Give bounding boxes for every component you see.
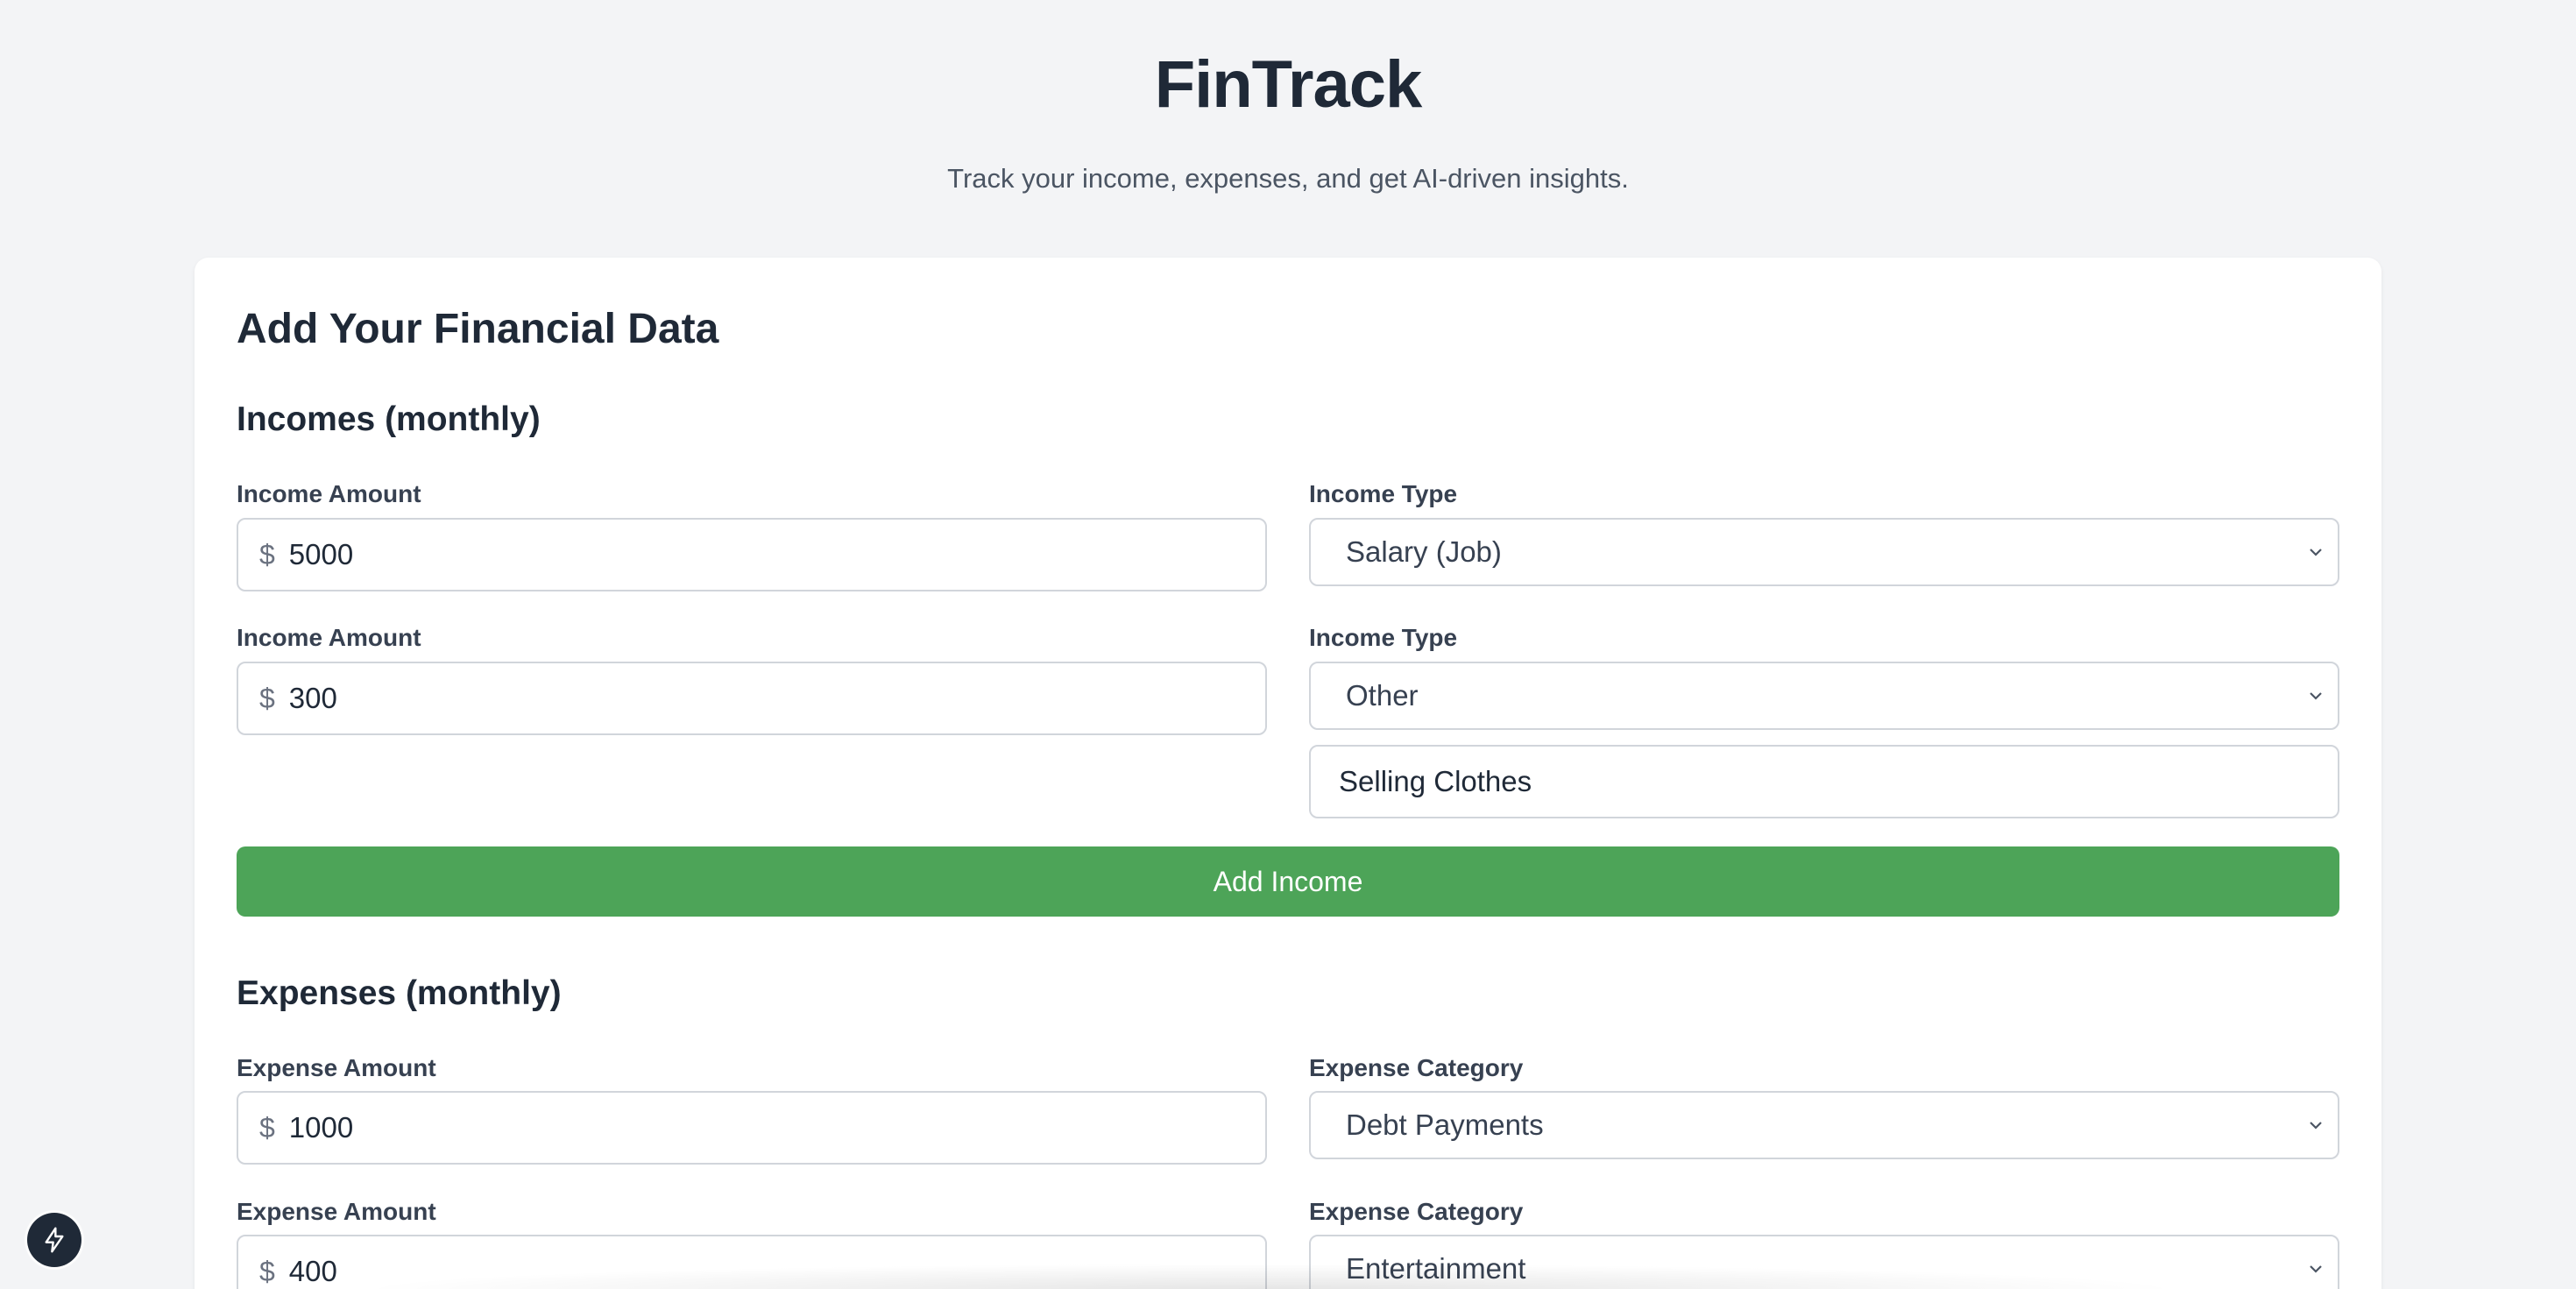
expense-amount-input[interactable]: $ 400 xyxy=(237,1235,1267,1289)
card-title: Add Your Financial Data xyxy=(237,306,719,352)
expense-category-label: Expense Category xyxy=(1309,1054,1524,1081)
income-type-label: Income Type xyxy=(1309,480,1458,507)
quick-action-button[interactable] xyxy=(27,1213,81,1267)
expense-category-label: Expense Category xyxy=(1309,1198,1524,1225)
incomes-section-title: Incomes (monthly) xyxy=(237,400,541,438)
other-income-description-input[interactable]: Selling Clothes xyxy=(1309,745,2339,818)
income-amount-value: 300 xyxy=(288,682,337,714)
income-amount-label: Income Amount xyxy=(237,624,421,651)
expense-amount-value: 1000 xyxy=(288,1111,354,1144)
expenses-section-title: Expenses (monthly) xyxy=(237,974,562,1012)
expense-amount-value: 400 xyxy=(288,1255,337,1287)
lightning-bolt-icon xyxy=(45,1227,64,1253)
currency-symbol: $ xyxy=(259,538,275,570)
expense-category-value: Debt Payments xyxy=(1346,1108,1544,1141)
income-amount-input[interactable]: $ 5000 xyxy=(237,518,1267,591)
other-income-description-value: Selling Clothes xyxy=(1339,765,1532,797)
chevron-down-icon xyxy=(2310,1122,2322,1130)
page-header: FinTrack Track your income, expenses, an… xyxy=(0,46,2576,196)
expense-category-select[interactable]: Debt Payments xyxy=(1309,1091,2339,1159)
income-type-select[interactable]: Salary (Job) xyxy=(1309,518,2339,586)
currency-symbol: $ xyxy=(259,1111,275,1144)
expense-amount-input[interactable]: $ 1000 xyxy=(237,1091,1267,1165)
currency-symbol: $ xyxy=(259,1255,275,1287)
expense-amount-label: Expense Amount xyxy=(237,1054,436,1081)
income-amount-input[interactable]: $ 300 xyxy=(237,662,1267,735)
add-income-button[interactable]: Add Income xyxy=(237,846,2339,917)
fintrack-page: FinTrack Track your income, expenses, an… xyxy=(0,0,2576,1289)
chevron-down-icon xyxy=(2310,692,2322,700)
expense-category-select[interactable]: Entertainment xyxy=(1309,1235,2339,1289)
expense-amount-label: Expense Amount xyxy=(237,1198,436,1225)
chevron-down-icon xyxy=(2310,549,2322,556)
chevron-down-icon xyxy=(2310,1265,2322,1273)
income-amount-value: 5000 xyxy=(288,538,354,570)
income-type-label: Income Type xyxy=(1309,624,1458,651)
app-title: FinTrack xyxy=(1154,47,1423,122)
app-subtitle: Track your income, expenses, and get AI-… xyxy=(947,163,1629,194)
income-type-value: Other xyxy=(1346,679,1419,712)
income-type-select[interactable]: Other xyxy=(1309,662,2339,730)
income-amount-label: Income Amount xyxy=(237,480,421,507)
financial-data-card: Add Your Financial Data Incomes (monthly… xyxy=(195,258,2381,1289)
income-type-value: Salary (Job) xyxy=(1346,535,1502,568)
expense-category-value: Entertainment xyxy=(1346,1252,1526,1285)
currency-symbol: $ xyxy=(259,682,275,714)
